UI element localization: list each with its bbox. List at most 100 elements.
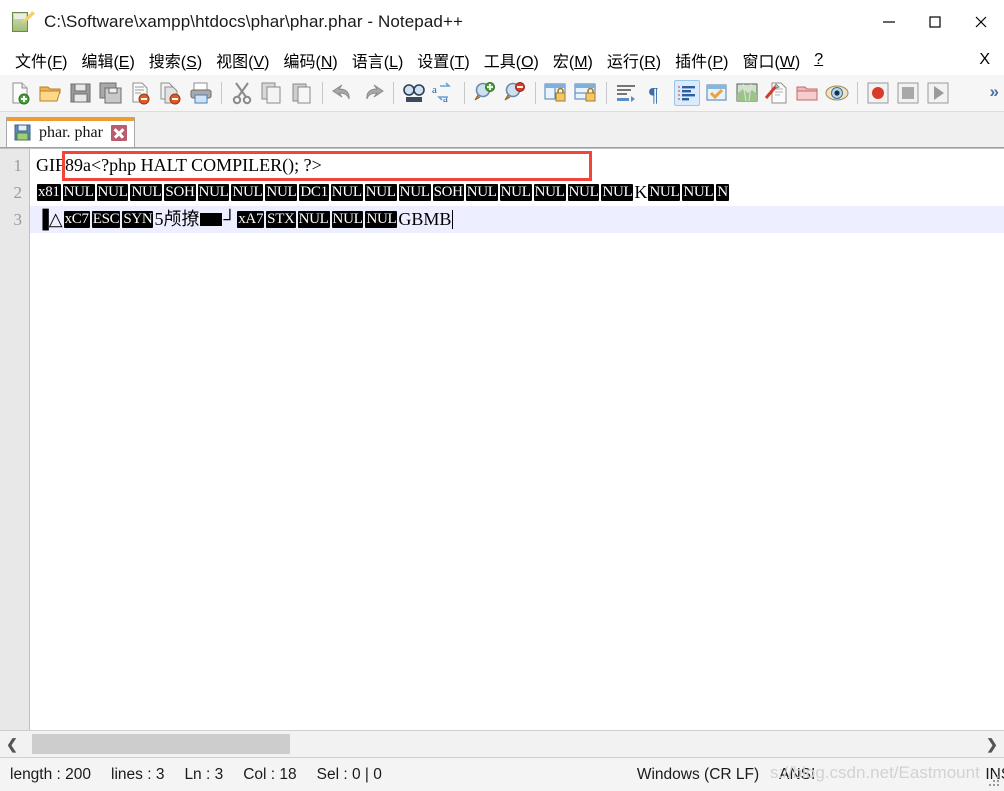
menu-accelerator: P	[712, 53, 724, 71]
close-document-button[interactable]: X	[979, 51, 990, 69]
menu-item-run[interactable]: 运行(R)	[600, 46, 668, 74]
menu-accelerator: O	[521, 53, 534, 71]
close-button[interactable]	[958, 0, 1004, 44]
folder-as-workspace-icon[interactable]	[794, 80, 820, 106]
menu-tail: )	[129, 53, 135, 71]
replace-icon[interactable]: a a	[431, 80, 457, 106]
save-all-icon[interactable]	[98, 80, 124, 106]
show-indent-guide-icon[interactable]	[674, 80, 700, 106]
notepad-plus-plus-window: C:\Software\xampp\htdocs\phar\phar.phar …	[0, 0, 1004, 791]
code-text: 5颅撩	[154, 209, 200, 229]
word-wrap-icon[interactable]	[614, 80, 640, 106]
menu-item-view[interactable]: 视图(V)	[209, 46, 276, 74]
menu-accelerator: T	[454, 53, 465, 71]
menu-tail: )	[723, 53, 729, 71]
undo-icon[interactable]	[330, 80, 356, 106]
menu-item-edit[interactable]: 编辑(E)	[74, 46, 141, 74]
menu-label: 设置(	[417, 53, 455, 71]
title-bar: C:\Software\xampp\htdocs\phar\phar.phar …	[0, 0, 1004, 44]
print-icon[interactable]	[188, 80, 214, 106]
control-char-token: NUL	[601, 184, 634, 201]
tab-phar-phar[interactable]: phar. phar	[6, 117, 135, 147]
toolbar: a a ¶ »	[0, 75, 1004, 112]
menu-accelerator: F	[52, 53, 63, 71]
control-char-token: ESC	[91, 211, 121, 228]
open-file-icon[interactable]	[38, 80, 64, 106]
menu-tail: )	[264, 53, 270, 71]
notepad-plus-plus-icon	[12, 11, 35, 33]
sync-vertical-scroll-icon[interactable]	[543, 80, 569, 106]
paste-icon[interactable]	[289, 80, 315, 106]
menu-item-tools[interactable]: 工具(O)	[477, 46, 546, 74]
menu-item-macro[interactable]: 宏(M)	[546, 46, 600, 74]
control-char-token: NUL	[231, 184, 264, 201]
menu-tail: )	[62, 53, 68, 71]
sync-horizontal-scroll-icon[interactable]	[573, 80, 599, 106]
scrollbar-track[interactable]	[24, 734, 980, 754]
new-file-icon[interactable]	[8, 80, 34, 106]
code-line-3: ▐△ xC7 ESC SYN 5颅撩 ┘ xA7 STX NUL NUL NUL GBMB	[30, 206, 1004, 233]
resize-grip[interactable]	[989, 776, 1001, 788]
menu-label: 工具(	[483, 53, 522, 71]
minimize-button[interactable]	[866, 0, 912, 44]
stop-macro-icon[interactable]	[895, 80, 921, 106]
toolbar-separator	[322, 82, 323, 104]
control-char-token: NUL	[398, 184, 431, 201]
menu-accelerator: S	[186, 53, 197, 71]
record-macro-icon[interactable]	[865, 80, 891, 106]
status-sel: Sel : 0 | 0	[316, 765, 382, 783]
copy-icon[interactable]	[259, 80, 285, 106]
menu-tail: )	[464, 53, 470, 71]
scroll-left-icon[interactable]: ❮	[0, 732, 24, 756]
close-file-icon[interactable]	[128, 80, 154, 106]
control-char-token: NUL	[297, 211, 330, 228]
cut-icon[interactable]	[229, 80, 255, 106]
find-icon[interactable]	[401, 80, 427, 106]
scroll-right-icon[interactable]: ❯	[980, 732, 1004, 756]
line-number: 1	[13, 156, 23, 175]
window-title: C:\Software\xampp\htdocs\phar\phar.phar …	[44, 12, 464, 31]
save-icon[interactable]	[68, 80, 94, 106]
play-macro-icon[interactable]	[925, 80, 951, 106]
menu-item-file[interactable]: 文件(F)	[8, 46, 74, 74]
line-number: 3	[13, 210, 23, 229]
toolbar-overflow-icon[interactable]: »	[990, 82, 1000, 102]
menu-accelerator: ?	[814, 50, 824, 68]
menu-label: 搜索(	[148, 53, 187, 71]
menu-item-window[interactable]: 窗口(W)	[735, 46, 807, 74]
control-char-token: NUL	[330, 184, 363, 201]
control-char-token: NUL	[567, 184, 600, 201]
horizontal-scrollbar[interactable]: ❮ ❯	[0, 730, 1004, 757]
control-char-token: NUL	[364, 184, 397, 201]
menu-tail: )	[794, 53, 801, 71]
toolbar-separator	[464, 82, 465, 104]
control-char-token: NUL	[365, 211, 398, 228]
code-editor[interactable]: 1 2 3 GIF89a<?php HALT COMPILER(); ?> x8…	[0, 149, 1004, 730]
close-icon[interactable]	[110, 124, 127, 141]
maximize-button[interactable]	[912, 0, 958, 44]
zoom-out-icon[interactable]	[502, 80, 528, 106]
document-map-icon[interactable]	[734, 80, 760, 106]
menu-item-settings[interactable]: 设置(T)	[410, 46, 476, 74]
menu-item-search[interactable]: 搜索(S)	[142, 46, 209, 74]
menu-item-language[interactable]: 语言(L)	[345, 46, 411, 74]
monitoring-icon[interactable]	[824, 80, 850, 106]
scrollbar-thumb[interactable]	[32, 734, 290, 754]
menu-item-plugins[interactable]: 插件(P)	[668, 46, 735, 74]
code-text: ┘	[223, 209, 237, 229]
function-list-icon[interactable]	[764, 80, 790, 106]
control-char-token: STX	[266, 211, 296, 228]
code-text: K	[634, 182, 648, 202]
code-content[interactable]: GIF89a<?php HALT COMPILER(); ?> x81 NUL NU…	[30, 149, 1004, 730]
redo-icon[interactable]	[360, 80, 386, 106]
menu-item-encoding[interactable]: 编码(N)	[276, 46, 344, 74]
code-line-2: x81 NUL NUL NUL SOH NUL NUL NUL DC1 NUL NUL NUL SOH N…	[30, 179, 1004, 206]
menu-label: 语言(	[351, 53, 390, 71]
close-all-files-icon[interactable]	[158, 80, 184, 106]
zoom-in-icon[interactable]	[472, 80, 498, 106]
code-line-1: GIF89a<?php HALT COMPILER(); ?>	[30, 152, 1004, 179]
user-defined-dialog-icon[interactable]	[704, 80, 730, 106]
control-char-token: NUL	[96, 184, 129, 201]
menu-item-help[interactable]: ?	[807, 49, 830, 71]
show-all-characters-icon[interactable]: ¶	[644, 80, 670, 106]
